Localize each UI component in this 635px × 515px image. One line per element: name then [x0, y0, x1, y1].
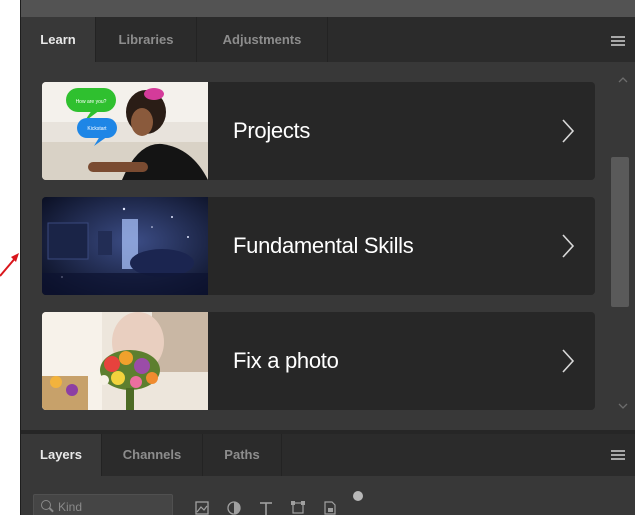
chevron-right-icon [562, 119, 575, 143]
kind-filter-select[interactable]: Kind [33, 494, 173, 515]
tab-divider [327, 17, 328, 62]
learn-card-label: Fundamental Skills [233, 233, 414, 258]
learn-card-label: Fix a photo [233, 348, 339, 373]
shape-layer-filter-icon[interactable] [290, 500, 306, 515]
kind-filter-label: Kind [58, 500, 83, 514]
projects-thumbnail: How are you? Kickstart [42, 82, 208, 180]
scroll-down-icon[interactable] [618, 402, 628, 410]
filter-toggle-icon[interactable] [352, 490, 364, 502]
type-layer-filter-icon[interactable] [258, 500, 274, 515]
tab-divider [281, 434, 282, 476]
projects-bubble-1-text: How are you? [76, 99, 107, 105]
fix-a-photo-thumbnail [42, 312, 208, 410]
panel-menu-icon[interactable] [611, 450, 625, 460]
smart-object-filter-icon[interactable] [322, 500, 338, 515]
pixel-layer-filter-icon[interactable] [194, 500, 210, 515]
tab-adjustments[interactable]: Adjustments [197, 17, 327, 62]
learn-card-fix-a-photo[interactable]: Fix a photo [42, 312, 595, 410]
projects-bubble-2-text: Kickstart [87, 126, 107, 132]
layers-panel-tabbar: Layers Channels Paths [21, 434, 635, 476]
tab-learn[interactable]: Learn [21, 17, 95, 62]
tab-channels[interactable]: Channels [102, 434, 202, 476]
tab-layers[interactable]: Layers [21, 434, 101, 476]
photoshop-panel-dock: Learn Libraries Adjustments How are you?… [20, 0, 635, 515]
adjustment-layer-filter-icon[interactable] [226, 500, 242, 515]
chevron-right-icon [562, 349, 575, 373]
dock-top-strip [21, 0, 635, 17]
scrollbar-thumb[interactable] [611, 157, 629, 307]
learn-card-projects[interactable]: How are you? Kickstart Projects [42, 82, 595, 180]
learn-panel-body: How are you? Kickstart Projects Fundamen… [21, 62, 635, 430]
scroll-up-icon[interactable] [618, 76, 628, 84]
fundamental-skills-thumbnail [42, 197, 208, 295]
tab-paths[interactable]: Paths [203, 434, 281, 476]
tab-libraries[interactable]: Libraries [96, 17, 196, 62]
learn-card-label: Projects [233, 118, 311, 143]
learn-panel-tabbar: Learn Libraries Adjustments [21, 17, 635, 62]
layers-panel-body: Kind [21, 476, 635, 515]
panel-menu-icon[interactable] [611, 36, 625, 46]
chevron-right-icon [562, 234, 575, 258]
annotation-arrow-icon [0, 253, 19, 277]
learn-card-fundamental-skills[interactable]: Fundamental Skills [42, 197, 595, 295]
search-icon [41, 500, 51, 510]
